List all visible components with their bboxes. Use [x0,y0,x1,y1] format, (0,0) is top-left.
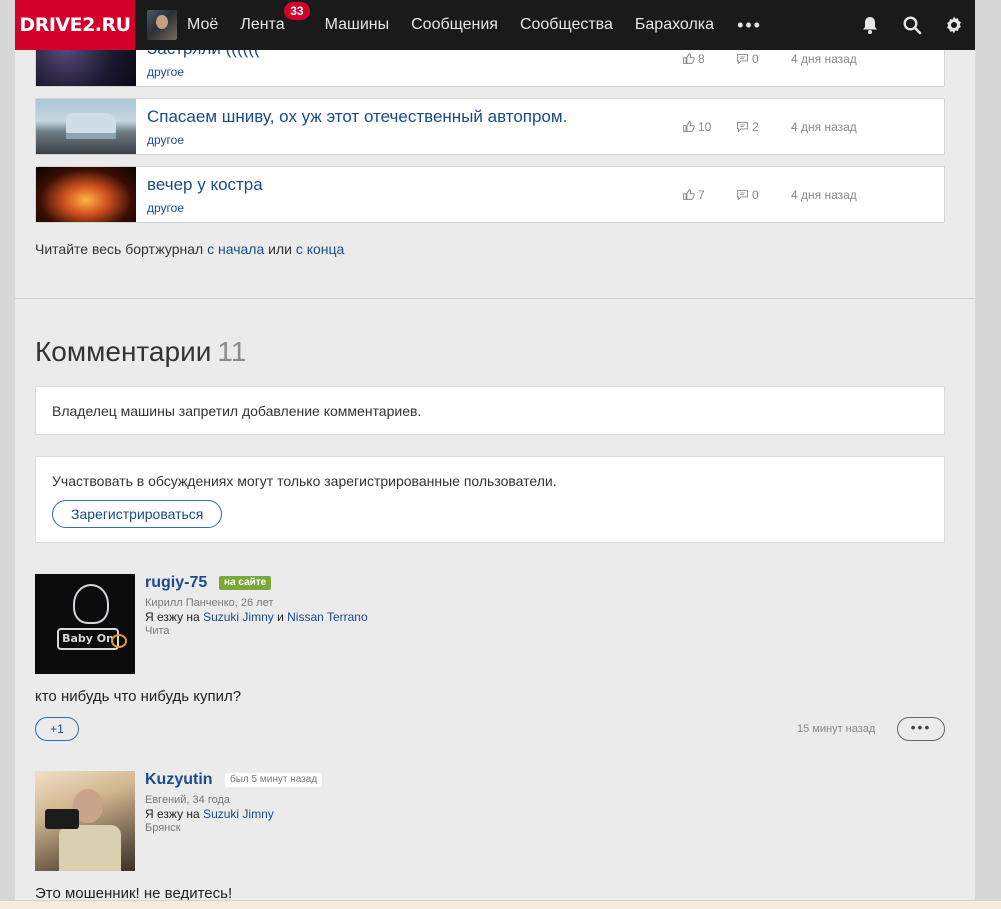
site-logo[interactable]: DRIVE2.RU [15,0,135,50]
nav-item-feed-label: Лента [240,16,285,33]
comment-avatar[interactable]: Baby On [35,574,135,674]
journal-post[interactable]: Спасаем шниву, ох уж этот отечественный … [35,98,945,155]
drives-prefix: Я езжу на [145,807,200,821]
comments-heading: Комментарии 11 [35,336,246,368]
notifications-button[interactable] [849,0,891,50]
comment-avatar[interactable] [35,771,135,871]
comment-user-meta: Кирилл Панченко, 26 лет [145,597,274,609]
likes-count: 10 [698,119,712,134]
bell-icon [863,17,877,34]
comment-user-cars: Я езжу на Suzuki Jimny и Nissan Terrano [145,610,368,624]
comment-icon [737,53,748,65]
car-link[interactable]: Suzuki Jimny [203,807,274,821]
post-time: 4 дня назад [791,187,857,202]
post-category[interactable]: другое [147,201,184,215]
avatar-body [59,825,121,871]
comment-user-meta: Евгений, 34 года [145,794,231,806]
thumbs-up-icon [683,189,695,200]
read-all-or: или [268,241,292,257]
drives-prefix: Я езжу на [145,610,200,624]
registration-notice: Участвовать в обсуждениях могут только з… [35,456,945,543]
comment-text: кто нибудь что нибудь купил? [35,688,242,705]
registration-notice-text: Участвовать в обсуждениях могут только з… [52,473,557,489]
comment-icon [737,189,748,201]
nav-item-feed[interactable]: Лента 33 [229,0,310,50]
comments-total-count: 11 [217,336,247,367]
search-button[interactable] [891,0,933,50]
read-all-prefix: Читайте весь бортжурнал [35,241,204,257]
comment-time: 15 минут назад [797,723,876,735]
comment-more-button[interactable]: ••• [897,717,945,741]
page-column: Застряли (((((( другое 8 0 4 дня назад С… [15,0,975,909]
post-title[interactable]: вечер у костра [147,175,263,195]
paw-icon [111,634,127,648]
thumbs-up-icon [683,121,695,132]
camera-icon [45,809,79,829]
likes-count: 8 [698,51,705,66]
comments-count: 2 [752,119,759,134]
nav-item-communities[interactable]: Сообщества [509,0,624,50]
journal-post[interactable]: вечер у костра другое 7 0 4 дня назад [35,166,945,223]
nav-item-messages[interactable]: Сообщения [400,0,509,50]
car-link[interactable]: Suzuki Jimny [203,610,274,624]
gear-icon [947,16,961,34]
comment-user-city: Чита [145,625,170,637]
nav-item-cars[interactable]: Машины [314,0,401,50]
avatar-figure [73,584,109,624]
read-from-end-link[interactable]: с конца [296,241,345,257]
avatar-sticker-text: Baby On [57,628,119,650]
post-likes: 10 [682,99,711,154]
comment-user-city: Брянск [145,822,181,834]
nav-item-my[interactable]: Моё [177,0,229,50]
nav-more-button[interactable]: ••• [725,0,774,50]
last-seen-badge: был 5 минут назад [225,773,323,787]
top-navigation: DRIVE2.RU Моё Лента 33 Машины Сообщения … [15,0,975,50]
read-all-journal: Читайте весь бортжурнал с начала или с к… [35,241,344,257]
feed-notification-badge: 33 [284,2,310,20]
read-from-start-link[interactable]: с начала [207,241,264,257]
post-comments: 2 [736,99,759,154]
post-category[interactable]: другое [147,65,184,79]
nav-item-market[interactable]: Барахолка [624,0,725,50]
online-status-badge: на сайте [219,576,272,590]
cars-and: и [277,610,284,624]
comment-user-cars: Я езжу на Suzuki Jimny [145,807,274,821]
post-title[interactable]: Спасаем шниву, ох уж этот отечественный … [147,107,567,127]
search-icon [903,16,922,35]
likes-count: 7 [698,187,705,202]
post-category[interactable]: другое [147,133,184,147]
post-time: 4 дня назад [791,119,857,134]
section-divider [15,298,975,299]
comments-count: 0 [752,187,759,202]
comment-username[interactable]: Kuzyutin [145,771,213,789]
settings-button[interactable] [933,0,975,50]
comments-heading-label: Комментарии [35,336,212,367]
comments-count: 0 [752,51,759,66]
comment-username[interactable]: rugiy-75 [145,574,207,592]
post-comments: 0 [736,167,759,222]
comments-disabled-notice: Владелец машины запретил добавление комм… [35,386,945,435]
post-thumbnail[interactable] [36,167,136,222]
thumbs-up-icon [683,53,695,64]
register-button[interactable]: Зарегистрироваться [52,500,223,528]
user-avatar[interactable] [147,10,177,40]
post-likes: 7 [682,167,705,222]
car-link[interactable]: Nissan Terrano [287,610,367,624]
browser-bottom-bar [0,900,1001,909]
comment-icon [737,121,748,133]
post-thumbnail[interactable] [36,99,136,154]
plus-one-button[interactable]: +1 [35,717,79,741]
nav-actions [849,0,975,50]
